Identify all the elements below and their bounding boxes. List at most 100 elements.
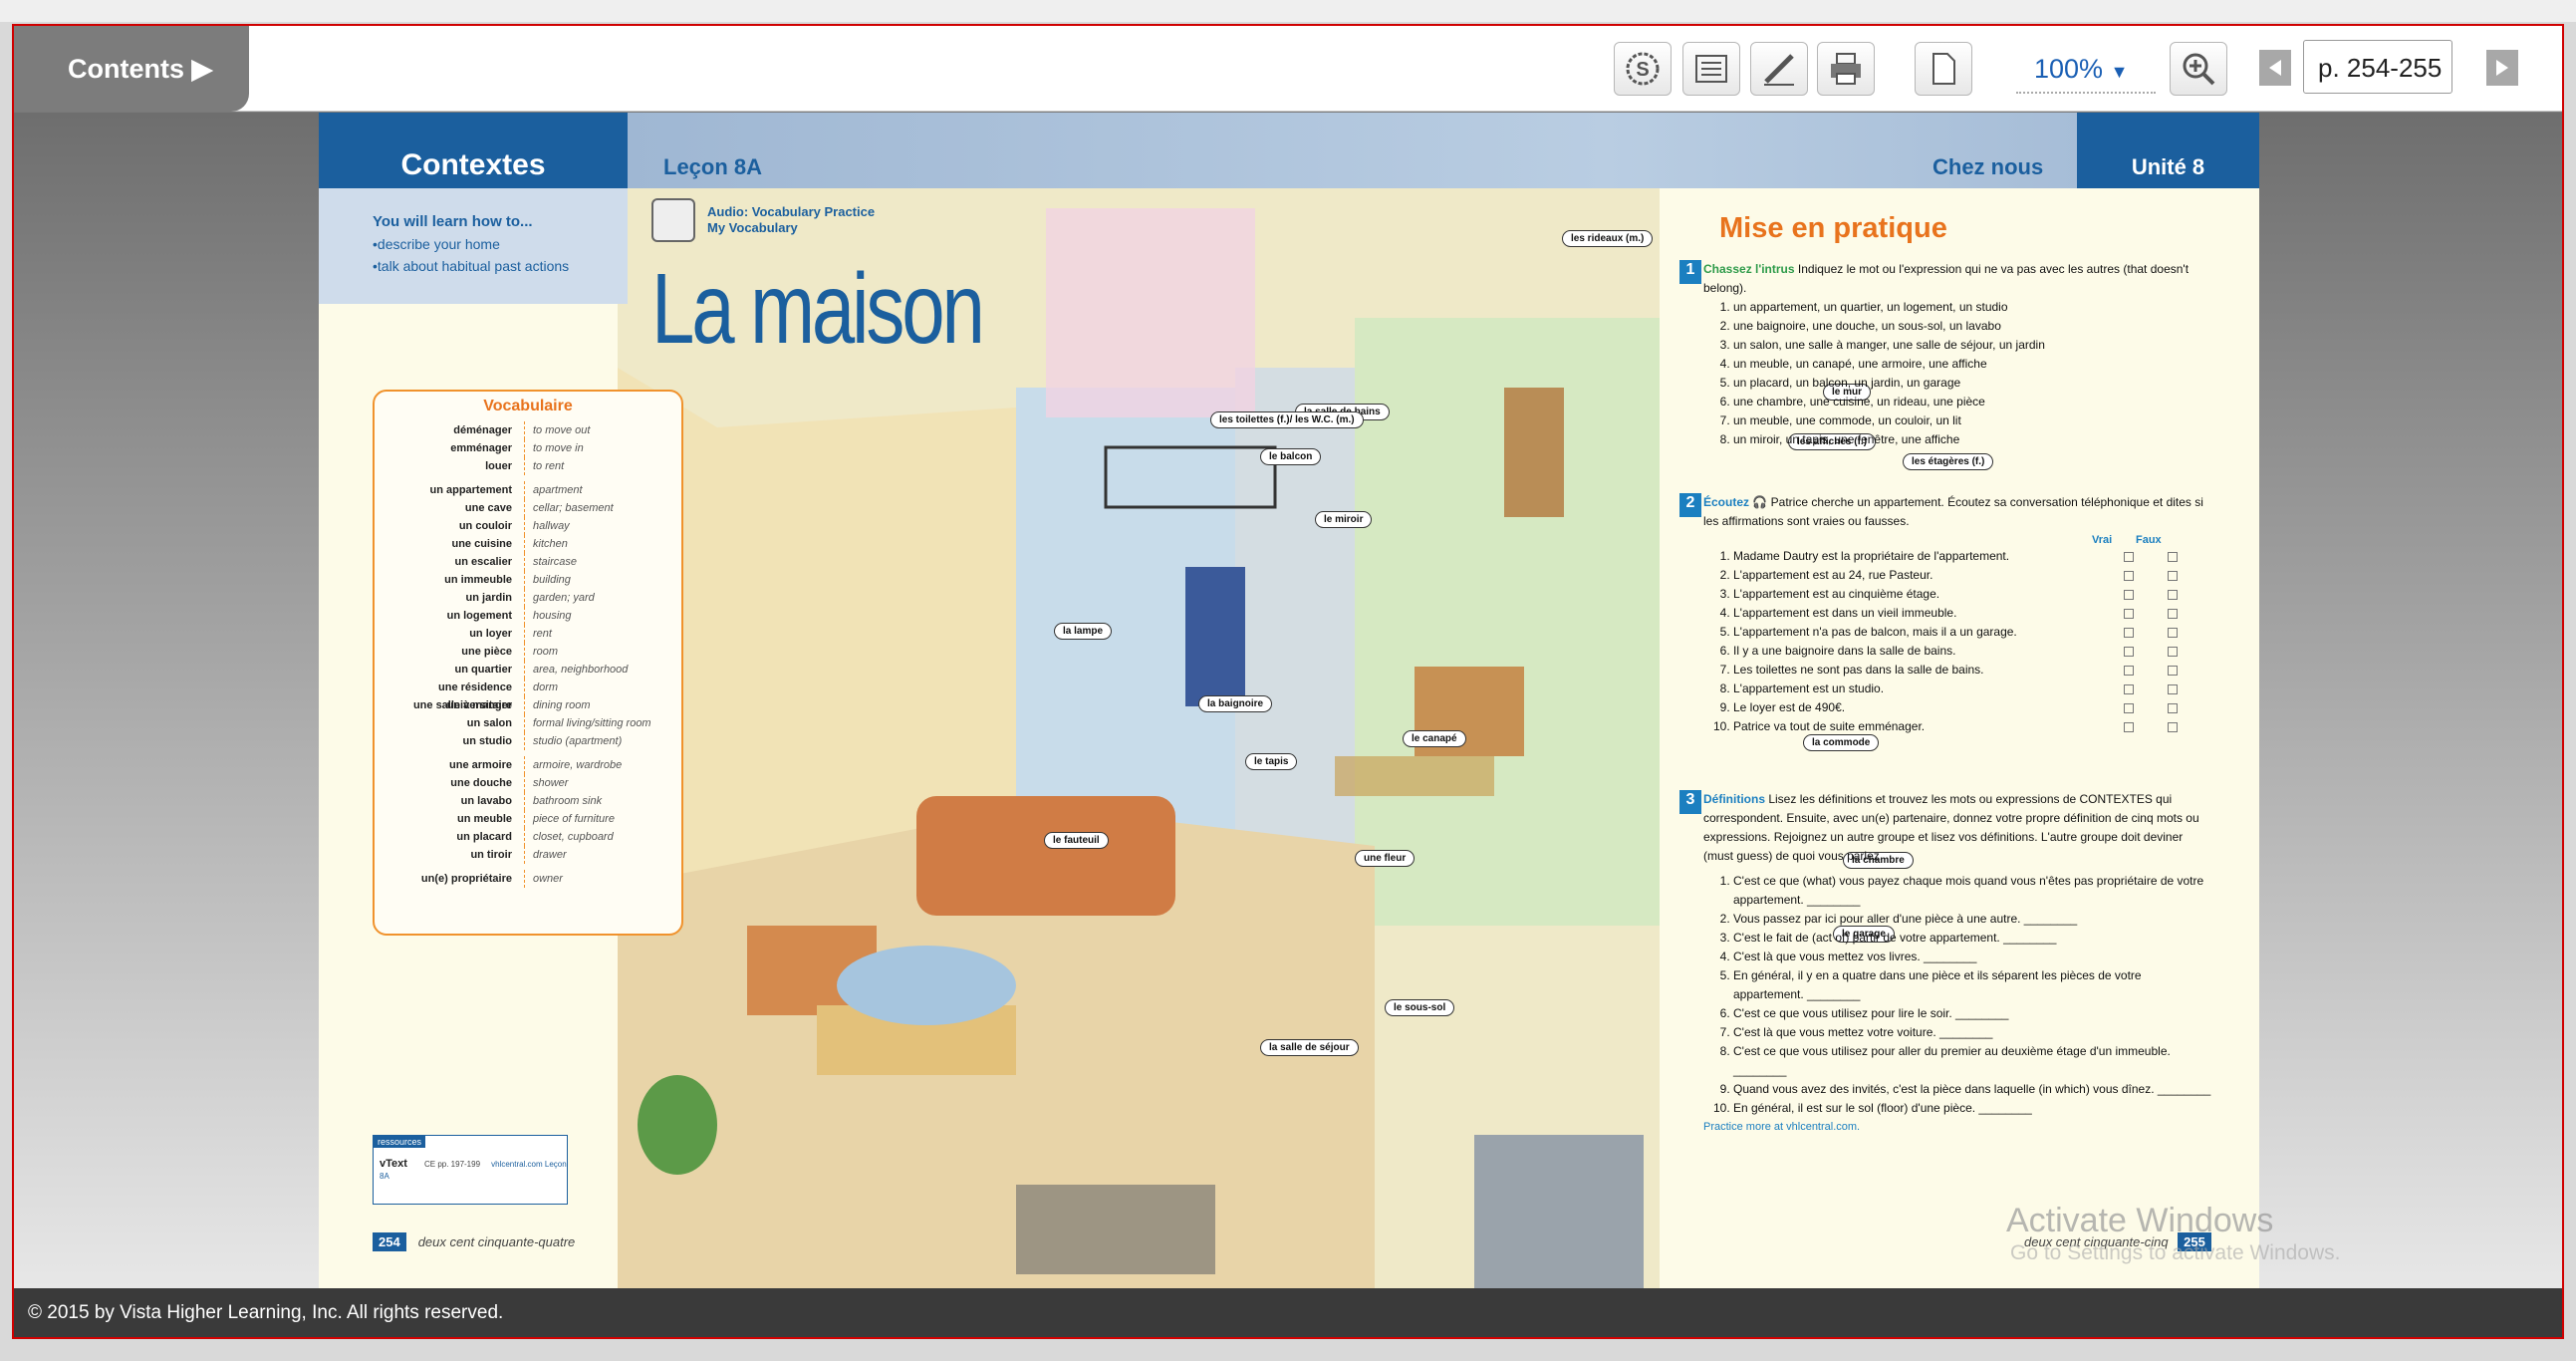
annotate-button[interactable] (1750, 42, 1808, 96)
exercise-title: Écoutez (1703, 495, 1750, 509)
exercise-instructions: Patrice cherche un appartement. Écoutez … (1703, 495, 2203, 528)
faux-checkbox[interactable] (2168, 684, 2178, 694)
vocab-english: drawer (524, 846, 673, 864)
faux-checkbox[interactable] (2168, 647, 2178, 657)
faux-checkbox[interactable] (2168, 722, 2178, 732)
illustration-label: la baignoire (1198, 695, 1273, 712)
vrai-checkbox[interactable] (2124, 666, 2134, 676)
vrai-checkbox[interactable] (2124, 552, 2134, 562)
vocab-french: un escalier (454, 556, 512, 568)
faux-checkbox[interactable] (2168, 666, 2178, 676)
exercise-item-text: C'est ce que vous utilisez pour aller du… (1733, 1044, 2171, 1077)
exercise-item: L'appartement est dans un vieil immeuble… (1733, 604, 2211, 623)
s-icon (651, 198, 695, 242)
exercise-number: 2 (1679, 493, 1701, 517)
vocab-english: piece of furniture (524, 810, 673, 828)
exercise-number: 3 (1679, 790, 1701, 814)
faux-checkbox[interactable] (2168, 609, 2178, 619)
browser-bookmarks-strip (0, 0, 2576, 22)
faux-checkbox[interactable] (2168, 590, 2178, 600)
exercise-item-text: un salon, une salle à manger, une salle … (1733, 338, 2045, 352)
chez-nous-label: Chez nous (1932, 154, 2044, 179)
vocab-row: un immeuble building (375, 571, 681, 589)
vocab-english: housing (524, 607, 673, 625)
vocab-french: un studio (462, 735, 513, 747)
triangle-right-icon (2496, 60, 2508, 76)
illustration-label: le fauteuil (1044, 832, 1109, 849)
vocab-row: un loyer rent (375, 625, 681, 643)
faux-checkbox[interactable] (2168, 552, 2178, 562)
exercise-2: 2 Écoutez 🎧 Patrice cherche un apparteme… (1679, 493, 2211, 736)
vtext-link[interactable]: vText (380, 1158, 407, 1170)
zoom-in-button[interactable] (2170, 42, 2227, 96)
exercise-item: C'est ce que vous utilisez pour aller du… (1733, 1042, 2211, 1080)
faux-checkbox[interactable] (2168, 571, 2178, 581)
next-page-button[interactable] (2486, 50, 2518, 86)
audio-s-button[interactable]: S (1614, 42, 1672, 96)
vrai-checkbox[interactable] (2124, 722, 2134, 732)
vrai-checkbox[interactable] (2124, 628, 2134, 638)
previous-page-button[interactable] (2259, 50, 2291, 86)
page-number-input[interactable]: p. 254-255 (2303, 40, 2452, 94)
exercise-item: En général, il y en a quatre dans une pi… (1733, 966, 2211, 1004)
contents-button[interactable]: Contents ▶ (14, 26, 249, 112)
s-circle-icon: S (1626, 52, 1660, 86)
exercise-title: Définitions (1703, 792, 1765, 806)
exercise-1: 1 Chassez l'intrus Indiquez le mot ou l'… (1679, 260, 2211, 449)
list-icon (1695, 55, 1727, 83)
single-page-button[interactable] (1915, 42, 1972, 96)
exercise-3-list: C'est ce que (what) vous payez chaque mo… (1703, 872, 2211, 1118)
exercise-item: C'est là que vous mettez vos livres. ___… (1733, 948, 2211, 966)
vocab-english: shower (524, 774, 673, 792)
exercise-item-text: Il y a une baignoire dans la salle de ba… (1733, 644, 1956, 658)
exercise-1-list: un appartement, un quartier, un logement… (1703, 298, 2211, 449)
exercise-instructions: Lisez les définitions et trouvez les mot… (1703, 792, 2199, 863)
learn-title: You will learn how to... (373, 213, 533, 230)
page-number-badge: 254 (373, 1232, 406, 1251)
practice-link[interactable]: Practice more at vhlcentral.com. (1703, 1118, 2211, 1137)
exercise-item: Les toilettes ne sont pas dans la salle … (1733, 661, 2211, 680)
exercise-item: Vous passez par ici pour aller d'une piè… (1733, 910, 2211, 929)
illustration-label: le canapé (1403, 730, 1466, 747)
exercise-item-text: un placard, un balcon, un jardin, un gar… (1733, 376, 1961, 390)
vocab-english: building (524, 571, 673, 589)
vocab-french: louer (485, 460, 512, 472)
copyright-footer: © 2015 by Vista Higher Learning, Inc. Al… (14, 1288, 2562, 1337)
resources-box: ressources vText CE pp. 197-199 vhlcentr… (373, 1135, 568, 1205)
illustration-label: la lampe (1054, 623, 1113, 640)
print-button[interactable] (1817, 42, 1875, 96)
zoom-select[interactable]: 100% ▼ (2016, 44, 2156, 94)
vocab-row: une salle à manger dining room (375, 696, 681, 714)
vocab-row: un couloir hallway (375, 517, 681, 535)
vrai-checkbox[interactable] (2124, 703, 2134, 713)
exercise-item: Le loyer est de 490€. (1733, 698, 2211, 717)
exercise-item: Quand vous avez des invités, c'est la pi… (1733, 1080, 2211, 1099)
vocab-english: owner (524, 870, 673, 888)
vrai-checkbox[interactable] (2124, 684, 2134, 694)
vocab-row: un meuble piece of furniture (375, 810, 681, 828)
vrai-checkbox[interactable] (2124, 571, 2134, 581)
exercise-title: Chassez l'intrus (1703, 262, 1795, 276)
vocab-row: un studio studio (apartment) (375, 732, 681, 750)
exercise-item: un meuble, un canapé, une armoire, une a… (1733, 355, 2211, 374)
vrai-checkbox[interactable] (2124, 609, 2134, 619)
faux-checkbox[interactable] (2168, 703, 2178, 713)
exercise-item-text: un meuble, un canapé, une armoire, une a… (1733, 357, 1987, 371)
exercise-number: 1 (1679, 260, 1701, 284)
vocab-row: un logement housing (375, 607, 681, 625)
viewer-toolbar: Contents ▶ S 100% ▼ p. 254-255 (14, 26, 2562, 112)
vocab-english: room (524, 643, 673, 661)
vrai-checkbox[interactable] (2124, 590, 2134, 600)
vrai-checkbox[interactable] (2124, 647, 2134, 657)
audio-practice-link[interactable]: Audio: Vocabulary Practice My Vocabulary (651, 198, 875, 242)
vocabulary-title: Vocabulaire (483, 398, 573, 414)
contextes-header: Contextes (319, 113, 628, 188)
faux-checkbox[interactable] (2168, 628, 2178, 638)
table-of-contents-button[interactable] (1682, 42, 1740, 96)
exercise-item-text: C'est le fait de (act of) partir de votr… (1733, 931, 2057, 945)
exercise-item-text: C'est là que vous mettez votre voiture. … (1733, 1025, 1993, 1039)
vocab-french: une salle à manger (412, 699, 512, 711)
resources-label: ressources (374, 1136, 426, 1148)
vocab-french: un couloir (458, 520, 512, 532)
page-title: La maison (651, 253, 985, 365)
